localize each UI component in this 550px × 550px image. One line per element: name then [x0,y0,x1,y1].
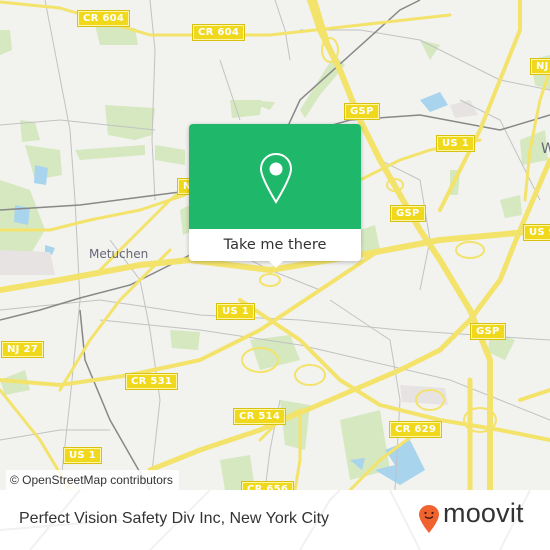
route-shield-cr-604: CR 604 [76,10,131,27]
take-me-there-button[interactable]: Take me there [189,229,361,261]
moovit-logo-text: moovit [443,498,524,528]
route-shield-gsp: GSP [390,205,426,222]
route-shield-cr-531: CR 531 [124,373,179,390]
location-popup: Take me there [189,124,361,268]
footer: Perfect Vision Safety Div Inc, New York … [0,490,550,550]
route-shield-nj: NJ [530,58,550,75]
route-shield-gsp: GSP [470,323,506,340]
map-attribution[interactable]: © OpenStreetMap contributors [6,470,179,490]
route-shield-cr-629: CR 629 [388,421,443,438]
route-shield-cr-604: CR 604 [191,24,246,41]
map-view[interactable]: Metuchen W CR 604 CR 604 GSP US 1 NJ NJ … [0,0,550,490]
popup-pointer [267,259,285,268]
route-shield-us-9: US 9 [523,224,550,241]
place-label-partial: W [541,141,550,157]
route-shield-gsp: GSP [344,103,380,120]
route-shield-cr-514: CR 514 [232,408,287,425]
route-shield-us-1: US 1 [63,447,102,464]
location-title: Perfect Vision Safety Div Inc, New York … [19,510,330,527]
map-pin-icon [259,152,293,204]
place-label-metuchen: Metuchen [89,247,149,261]
route-shield-us-1: US 1 [436,135,475,152]
route-shield-cr-656: CR 656 [240,481,295,490]
moovit-logo-icon [419,505,439,533]
popup-header [189,124,361,229]
route-shield-us-1: US 1 [216,303,255,320]
route-shield-nj-27: NJ 27 [1,341,44,358]
